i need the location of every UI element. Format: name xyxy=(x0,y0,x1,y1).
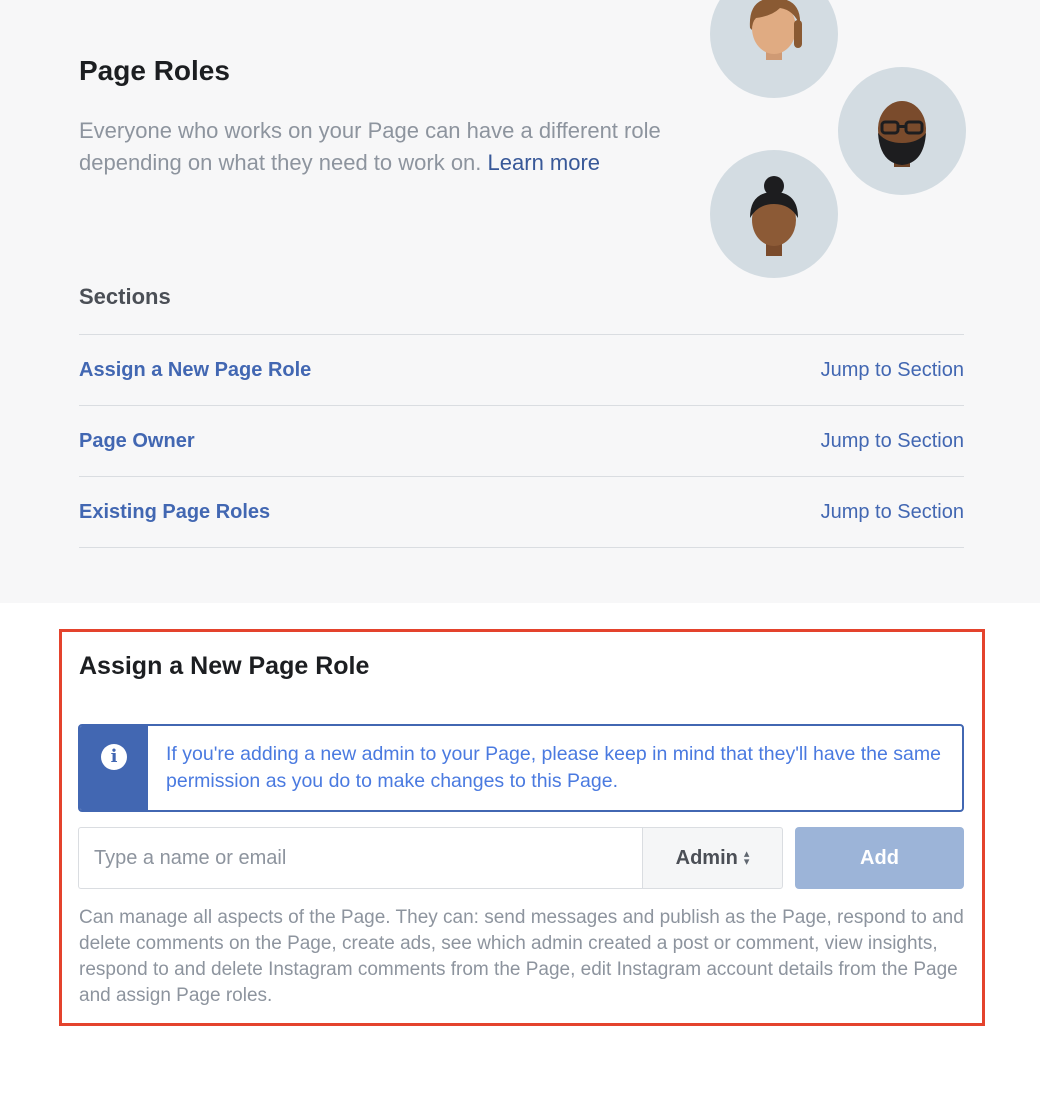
section-row-assign: Assign a New Page Role Jump to Section xyxy=(79,335,964,406)
section-link-existing-page-roles[interactable]: Existing Page Roles xyxy=(79,501,270,524)
page-title: Page Roles xyxy=(79,55,230,86)
role-select[interactable]: Admin ▴ ▾ xyxy=(642,827,783,889)
assign-section-title: Assign a New Page Role xyxy=(79,652,370,680)
person-avatar-1-icon xyxy=(710,0,838,98)
jump-to-section-link[interactable]: Jump to Section xyxy=(821,430,964,453)
info-icon: i xyxy=(101,744,127,770)
jump-to-section-link[interactable]: Jump to Section xyxy=(821,359,964,382)
section-link-page-owner[interactable]: Page Owner xyxy=(79,430,195,453)
person-avatar-3-icon xyxy=(710,150,838,278)
name-or-email-input[interactable] xyxy=(78,827,642,889)
sections-list: Assign a New Page Role Jump to Section P… xyxy=(79,334,964,548)
sections-heading: Sections xyxy=(79,284,171,309)
section-link-assign-new-page-role[interactable]: Assign a New Page Role xyxy=(79,359,311,382)
notice-icon-bar: i xyxy=(80,726,148,810)
role-description: Can manage all aspects of the Page. They… xyxy=(79,907,964,1006)
learn-more-link[interactable]: Learn more xyxy=(488,150,601,175)
assign-page-role-card: Assign a New Page Role i If you're addin… xyxy=(59,629,985,1026)
section-row-existing: Existing Page Roles Jump to Section xyxy=(79,477,964,548)
jump-to-section-link[interactable]: Jump to Section xyxy=(821,501,964,524)
role-select-value: Admin xyxy=(675,846,738,869)
page-roles-header-section: Page Roles Everyone who works on your Pa… xyxy=(0,0,1040,603)
notice-text: If you're adding a new admin to your Pag… xyxy=(166,743,941,792)
page-roles-description: Everyone who works on your Page can have… xyxy=(79,115,679,179)
person-avatar-2-icon xyxy=(838,67,966,195)
sort-arrows-icon: ▴ ▾ xyxy=(743,848,750,868)
add-button[interactable]: Add xyxy=(795,827,964,889)
section-row-owner: Page Owner Jump to Section xyxy=(79,406,964,477)
admin-notice-banner: i If you're adding a new admin to your P… xyxy=(78,724,964,812)
